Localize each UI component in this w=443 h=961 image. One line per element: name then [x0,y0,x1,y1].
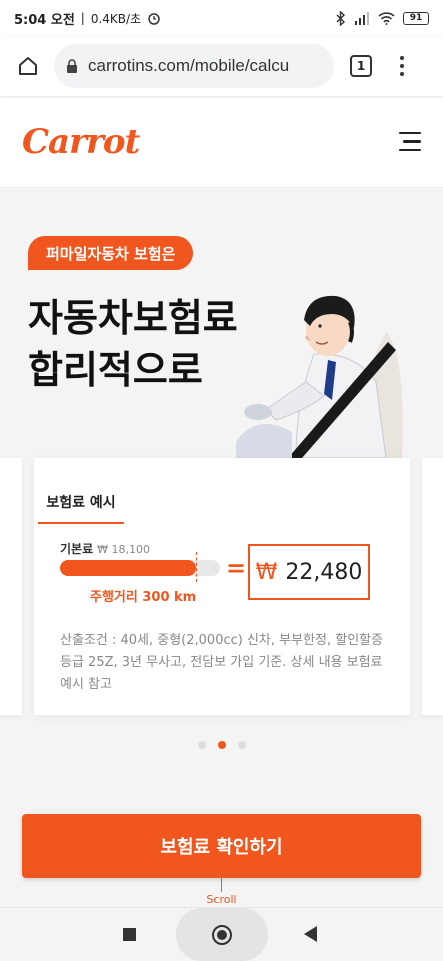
carrot-logo[interactable]: Carrot [22,122,140,162]
signal-icon [355,11,369,25]
status-right: 91 [336,10,429,26]
premium-price-box: ₩ 22,480 [248,544,370,600]
home-nav-button[interactable] [176,908,268,961]
browser-toolbar: carrotins.com/mobile/calcu 1 [0,36,443,96]
recents-icon[interactable] [123,928,136,941]
card-carousel[interactable]: 보험료 예시 기본료 ₩ 18,100 주행거리 300 km = ₩ 22,4… [0,458,443,718]
url-bar[interactable]: carrotins.com/mobile/calcu [54,44,334,88]
url-text: carrotins.com/mobile/calcu [88,56,290,75]
base-fee-label: 기본료 [60,542,94,556]
mileage-label: 주행거리 300 km [90,590,197,605]
home-icon [19,57,37,75]
card-peek-next[interactable] [422,458,443,715]
bluetooth-icon [336,10,346,26]
tab-switcher-button[interactable]: 1 [350,55,372,77]
browser-menu-icon[interactable] [400,56,404,76]
status-net-speed: 0.4KB/초 [90,11,142,26]
premium-example-card: 보험료 예시 기본료 ₩ 18,100 주행거리 300 km = ₩ 22,4… [34,458,410,715]
site-header: Carrot [0,96,443,188]
equals-sign: = [226,554,247,582]
home-button[interactable] [12,50,44,82]
carousel-dots [0,741,443,749]
hero-section: 퍼마일자동차 보험은 자동차보험료 합리적으로 [0,188,443,458]
carousel-dot[interactable] [237,741,246,749]
driver-illustration [236,295,403,458]
base-fee-row: 기본료 ₩ 18,100 [60,540,150,557]
hero-title-line2: 합리적으로 [28,348,203,392]
scroll-hint: Scroll [206,893,237,906]
card-peek-previous[interactable] [0,458,22,715]
status-left: 5:04 오전 | 0.4KB/초 [14,9,161,28]
status-time: 5:04 오전 [14,12,75,28]
currency-symbol: ₩ [255,559,278,585]
carousel-dot[interactable] [217,741,226,749]
base-fee-price: ₩ 18,100 [97,543,150,556]
scroll-line [221,878,222,892]
check-premium-button[interactable]: 보험료 확인하기 [22,814,421,878]
alarm-icon [148,13,160,25]
lock-icon [67,58,77,73]
hamburger-menu-icon[interactable] [399,131,421,152]
hero-badge: 퍼마일자동차 보험은 [28,236,194,270]
status-bar: 5:04 오전 | 0.4KB/초 91 [0,0,443,36]
card-tab-premium-example[interactable]: 보험료 예시 [38,492,124,524]
carousel-dot[interactable] [197,741,206,749]
hero-title-line1: 자동차보험료 [28,296,238,340]
battery-icon: 91 [403,11,429,25]
hero-title: 자동차보험료 합리적으로 [28,292,238,396]
status-separator: | [80,11,85,25]
calculation-conditions: 산출조건 : 40세, 중형(2,000cc) 신차, 부부한정, 할인할증등급… [60,633,384,692]
mileage-bar-fill [60,560,196,576]
system-nav-bar [0,907,443,961]
home-circle-icon [212,924,232,945]
mileage-marker [196,552,197,582]
premium-price: 22,480 [285,559,363,585]
wifi-icon [378,11,395,25]
back-icon[interactable] [304,926,317,942]
